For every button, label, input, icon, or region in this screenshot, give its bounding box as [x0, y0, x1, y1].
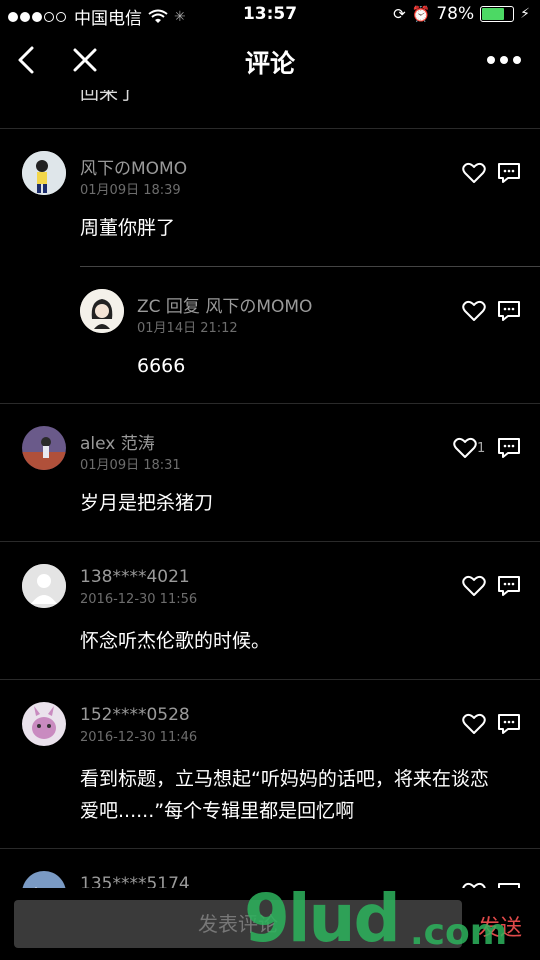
- more-icon[interactable]: [486, 54, 522, 66]
- comment-author[interactable]: alex 范涛: [80, 429, 155, 454]
- divider: [0, 128, 540, 129]
- reply-divider: [80, 266, 540, 267]
- comment-author[interactable]: 152****0528: [80, 705, 190, 725]
- divider: [0, 679, 540, 680]
- battery-percent: 78%: [436, 4, 475, 24]
- rotation-lock-icon: ⟳: [393, 5, 406, 23]
- like-heart-icon[interactable]: [462, 300, 486, 322]
- comment-time: 2016-12-30 11:56: [80, 592, 198, 607]
- comment-text: 怀念听杰伦歌的时候。: [80, 630, 271, 652]
- comment-text: 6666: [137, 355, 186, 377]
- comment-list[interactable]: 回来了 风下のMOMO 01月09日 18:39 周董你胖了 ZC 回复 风下の…: [0, 90, 540, 890]
- like-heart-icon[interactable]: [462, 713, 486, 735]
- avatar[interactable]: [22, 151, 66, 195]
- avatar-default[interactable]: [22, 564, 66, 608]
- clipped-comment-text: 回来了: [80, 90, 138, 104]
- comment-text: 岁月是把杀猪刀: [80, 492, 214, 514]
- battery-icon: [480, 6, 515, 22]
- reply-comment-icon[interactable]: [497, 713, 521, 735]
- avatar[interactable]: [22, 702, 66, 746]
- comment-time: 01月09日 18:39: [80, 183, 181, 198]
- divider: [0, 541, 540, 542]
- like-heart-icon[interactable]: [462, 575, 486, 597]
- comment-time: 2016-12-30 11:46: [80, 730, 198, 745]
- reply-comment-icon[interactable]: [497, 437, 521, 459]
- like-heart-icon[interactable]: [462, 162, 486, 184]
- like-count: 1: [477, 441, 486, 456]
- reply-comment-icon[interactable]: [497, 300, 521, 322]
- page-title: 评论: [244, 49, 295, 78]
- comment-text-line1: 看到标题，立马想起“听妈妈的话吧，将来在谈恋: [80, 768, 489, 790]
- status-bar: 中国电信 ✳ 13:57 ⟳ ⏰ 78% ⚡: [0, 0, 540, 30]
- comment-author[interactable]: 138****4021: [80, 567, 190, 587]
- comment-author[interactable]: ZC 回复 风下のMOMO: [137, 292, 312, 317]
- reply-comment-icon[interactable]: [497, 575, 521, 597]
- avatar[interactable]: [22, 426, 66, 470]
- reply-comment-icon[interactable]: [497, 162, 521, 184]
- charging-icon: ⚡: [520, 6, 530, 22]
- comment-author[interactable]: 风下のMOMO: [80, 154, 187, 179]
- watermark-suffix: .com: [410, 912, 508, 953]
- comment-text-line2: 爱吧......”每个专辑里都是回忆啊: [80, 800, 355, 822]
- avatar[interactable]: [80, 289, 124, 333]
- divider: [0, 848, 540, 849]
- comment-time: 01月09日 18:31: [80, 458, 181, 473]
- watermark-logo: 9lud: [244, 880, 401, 957]
- like-heart-icon[interactable]: [453, 437, 477, 459]
- nav-bar: 评论: [0, 30, 540, 90]
- divider: [0, 403, 540, 404]
- comment-time: 01月14日 21:12: [137, 321, 238, 336]
- comment-text: 周董你胖了: [80, 217, 176, 239]
- alarm-icon: ⏰: [411, 5, 431, 23]
